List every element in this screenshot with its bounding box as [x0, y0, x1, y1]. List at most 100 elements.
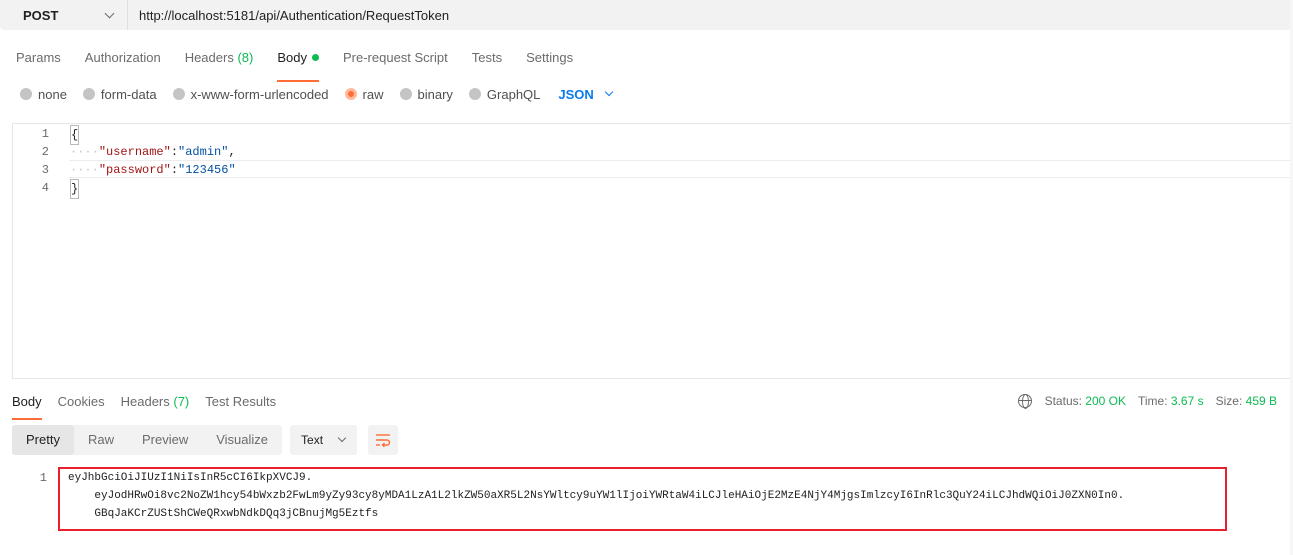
- radio-checked-icon: [344, 88, 357, 100]
- tab-count: (7): [173, 394, 190, 409]
- radio-label: raw: [362, 86, 384, 102]
- body-format-label: JSON: [558, 86, 594, 102]
- wrap-icon: [376, 434, 391, 447]
- response-meta: Status: 200 OK Time: 3.67 s Size: 459 B: [1017, 394, 1277, 409]
- tab-label: Params: [16, 50, 61, 65]
- radio-label: GraphQL: [486, 86, 541, 102]
- radio-label: x-www-form-urlencoded: [190, 86, 329, 102]
- response-toolbar: Pretty Raw Preview Visualize Text: [12, 425, 399, 455]
- radio-icon: [468, 88, 481, 100]
- response-format-label: Text: [301, 433, 324, 447]
- whitespace-marker: ····: [70, 163, 99, 177]
- status-info[interactable]: Status: 200 OK: [1045, 394, 1126, 408]
- radio-label: form-data: [100, 86, 157, 102]
- radio-raw[interactable]: raw: [344, 86, 384, 102]
- tab-label: Settings: [526, 50, 574, 65]
- json-comma: ,: [228, 145, 236, 159]
- url-input[interactable]: [128, 0, 1293, 30]
- chevron-down-icon: [604, 87, 614, 97]
- chevron-down-icon: [337, 433, 347, 443]
- radio-icon: [399, 88, 412, 100]
- tab-test-results[interactable]: Test Results: [205, 394, 276, 410]
- json-separator: :: [170, 145, 179, 159]
- tab-authorization[interactable]: Authorization: [85, 50, 161, 74]
- tab-response-headers[interactable]: Headers (7): [121, 394, 190, 410]
- size-label: Size:: [1215, 394, 1243, 408]
- active-dot-icon: [311, 54, 319, 62]
- tab-label: Authorization: [84, 50, 161, 65]
- json-value: "123456": [178, 163, 236, 177]
- time-label: Time:: [1138, 394, 1168, 408]
- size-value: 459 B: [1245, 394, 1277, 408]
- time-value: 3.67 s: [1170, 394, 1204, 408]
- radio-icon: [172, 88, 185, 100]
- time-info[interactable]: Time: 3.67 s: [1138, 394, 1204, 408]
- radio-form-data[interactable]: form-data: [82, 86, 157, 102]
- globe-icon[interactable]: [1017, 394, 1032, 409]
- code-text: }: [70, 179, 80, 199]
- json-key: "username": [98, 145, 171, 159]
- response-body[interactable]: 1 eyJhbGciOiJIUzI1NiIsInR5cCI6IkpXVCJ9. …: [0, 467, 1293, 537]
- code-line: 1 {: [13, 125, 1293, 145]
- radio-graphql[interactable]: GraphQL: [468, 86, 541, 102]
- radio-none[interactable]: none: [20, 87, 67, 102]
- code-text: ····"password":"123456": [70, 161, 236, 179]
- line-number: 1: [39, 471, 47, 485]
- tab-label: Pre-request Script: [342, 50, 448, 65]
- tab-label: Body: [277, 50, 307, 65]
- view-raw-button[interactable]: Raw: [74, 425, 128, 455]
- whitespace-marker: ····: [70, 145, 99, 159]
- line-number: 2: [41, 145, 49, 159]
- json-key: "password": [98, 163, 171, 177]
- tab-params[interactable]: Params: [16, 50, 61, 74]
- radio-icon: [20, 88, 32, 100]
- json-separator: :: [170, 163, 179, 177]
- view-pretty-button[interactable]: Pretty: [12, 425, 74, 455]
- tab-cookies[interactable]: Cookies: [58, 394, 105, 410]
- view-preview-button[interactable]: Preview: [128, 425, 202, 455]
- tab-body[interactable]: Body: [277, 50, 319, 82]
- request-tabs: Params Authorization Headers (8) Body Pr…: [16, 50, 597, 82]
- tab-label: Cookies: [57, 394, 105, 409]
- status-value: 200 OK: [1085, 394, 1126, 408]
- body-type-options: none form-data x-www-form-urlencoded raw…: [20, 86, 614, 102]
- line-number: 3: [41, 163, 49, 177]
- tab-label: Body: [12, 394, 42, 409]
- tab-label: Tests: [471, 50, 503, 65]
- tab-label: Headers: [120, 394, 170, 409]
- radio-icon: [82, 88, 95, 100]
- highlight-annotation-box: [58, 467, 1227, 531]
- tab-label: Headers: [184, 50, 234, 65]
- json-value: "admin": [178, 145, 229, 159]
- size-info[interactable]: Size: 459 B: [1216, 394, 1277, 408]
- request-url-bar: POST: [0, 0, 1293, 30]
- method-select[interactable]: POST: [0, 0, 128, 30]
- line-number: 4: [41, 181, 49, 195]
- radio-label: none: [38, 86, 67, 102]
- tab-response-body[interactable]: Body: [12, 394, 42, 420]
- tab-count: (8): [237, 50, 254, 65]
- code-line: 4 }: [13, 179, 1293, 199]
- tab-tests[interactable]: Tests: [472, 50, 502, 74]
- tab-settings[interactable]: Settings: [526, 50, 573, 74]
- code-text: ····"username":"admin",: [70, 143, 236, 161]
- code-line: 3 ····"password":"123456": [13, 161, 1293, 179]
- code-text: {: [70, 125, 80, 145]
- tab-headers[interactable]: Headers (8): [185, 50, 254, 74]
- radio-label: binary: [417, 86, 453, 102]
- status-label: Status:: [1044, 394, 1082, 408]
- method-label: POST: [23, 7, 59, 23]
- tab-label: Test Results: [205, 394, 277, 409]
- view-mode-selector: Pretty Raw Preview Visualize: [12, 425, 283, 455]
- view-visualize-button[interactable]: Visualize: [202, 425, 282, 455]
- line-number: 1: [41, 127, 49, 141]
- chevron-down-icon: [104, 8, 115, 18]
- radio-binary[interactable]: binary: [399, 86, 453, 102]
- request-body-editor[interactable]: 1 { 2 ····"username":"admin", 3 ····"pas…: [12, 123, 1293, 379]
- body-format-dropdown[interactable]: JSON: [558, 86, 614, 102]
- wrap-lines-button[interactable]: [368, 425, 399, 455]
- tab-pre-request-script[interactable]: Pre-request Script: [343, 50, 448, 74]
- response-tabs: Body Cookies Headers (7) Test Results: [12, 394, 292, 420]
- radio-x-www-form-urlencoded[interactable]: x-www-form-urlencoded: [172, 86, 329, 102]
- response-format-dropdown[interactable]: Text: [290, 425, 358, 455]
